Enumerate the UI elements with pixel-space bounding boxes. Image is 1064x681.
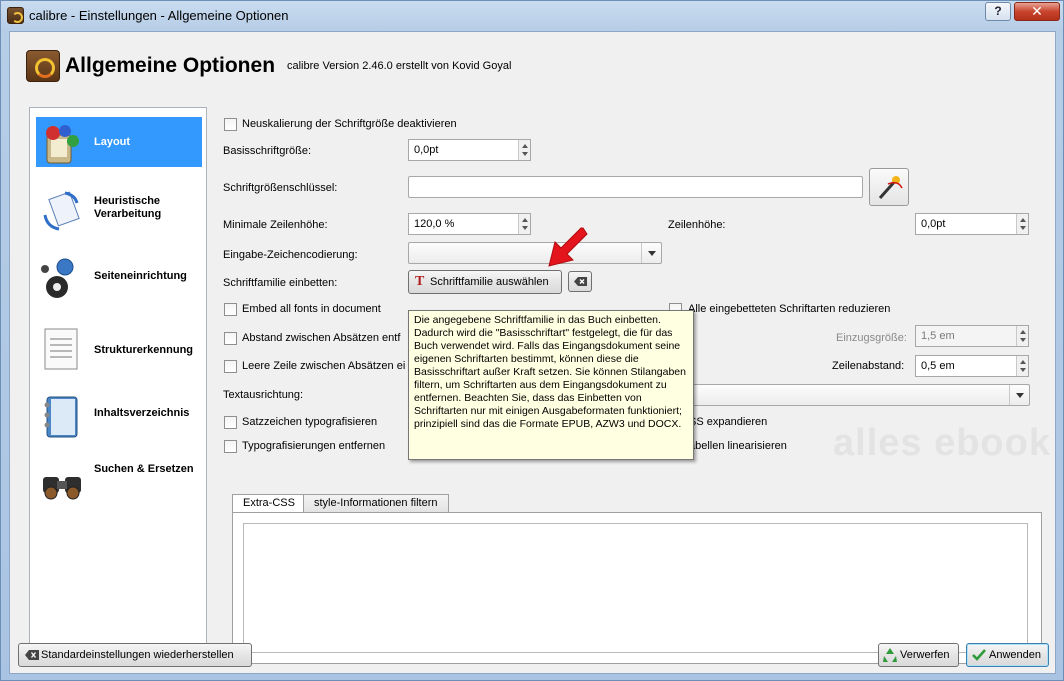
chevron-down-icon[interactable] — [1009, 385, 1029, 405]
restore-defaults-label: Standardeinstellungen wiederherstellen — [41, 649, 234, 661]
line-height-spinbox[interactable]: 0,0pt — [915, 213, 1029, 235]
sidebar-item-label: Strukturerkennung — [94, 344, 194, 356]
options-sidebar: Layout Heuristische Verarbeitung Seitene… — [29, 107, 207, 660]
page-setup-icon — [41, 258, 74, 298]
settings-window: calibre - Einstellungen - Allgemeine Opt… — [0, 0, 1064, 681]
version-info: calibre Version 2.46.0 erstellt von Kovi… — [287, 60, 512, 72]
structure-icon — [44, 328, 78, 370]
checkmark-icon — [972, 649, 986, 661]
line-height-label: Zeilenhöhe: — [668, 219, 726, 231]
insert-blank-line-checkbox[interactable] — [224, 360, 237, 373]
text-alignment-combobox[interactable] — [685, 384, 1030, 406]
clear-backspace-icon — [25, 650, 39, 660]
sidebar-item-label: Seiteneinrichtung — [94, 270, 187, 282]
input-encoding-combobox[interactable] — [408, 242, 662, 264]
remove-paragraph-spacing-checkbox[interactable] — [224, 332, 237, 345]
line-spacing-spinbox[interactable]: 0,5 em — [915, 355, 1029, 377]
extra-css-textarea[interactable] — [243, 523, 1028, 653]
close-button[interactable]: ✕ — [1014, 2, 1060, 21]
indent-size-label: Einzugsgröße: — [836, 332, 907, 344]
calibre-logo-icon — [26, 50, 60, 82]
spin-arrows-icon[interactable] — [518, 140, 530, 160]
expand-css-label: SS expandieren — [689, 416, 768, 428]
discard-label: Verwerfen — [900, 649, 950, 661]
tab-filter-style[interactable]: style-Informationen filtern — [303, 494, 449, 513]
restore-defaults-button[interactable]: Standardeinstellungen wiederherstellen — [18, 643, 252, 667]
font-family-tooltip: Die angegebene Schriftfamilie in das Buc… — [408, 310, 694, 460]
calibre-app-icon — [7, 7, 24, 24]
smarten-punctuation-checkbox[interactable] — [224, 416, 237, 429]
sidebar-item-heuristics[interactable]: Heuristische Verarbeitung — [36, 185, 202, 235]
spin-arrows-icon[interactable] — [1016, 326, 1028, 346]
embed-font-label: Schriftfamilie einbetten: — [223, 277, 338, 289]
smarten-punctuation-label: Satzzeichen typografisieren — [242, 416, 378, 428]
toc-icon — [44, 396, 78, 438]
apply-button[interactable]: Anwenden — [966, 643, 1049, 667]
layout-icon — [46, 125, 79, 164]
page-title: Allgemeine Optionen — [65, 54, 276, 77]
spin-arrows-icon[interactable] — [1016, 356, 1028, 376]
extra-css-pane — [232, 512, 1042, 664]
tab-extra-css[interactable]: Extra-CSS — [232, 494, 306, 514]
unsmarten-punctuation-label: Typografisierungen entfernen — [242, 440, 386, 452]
dialog-content: Allgemeine Optionen calibre Version 2.46… — [9, 31, 1056, 674]
sidebar-item-label: Inhaltsverzeichnis — [94, 407, 190, 419]
insert-blank-line-label: Leere Zeile zwischen Absätzen ei — [242, 360, 406, 372]
line-spacing-label: Zeilenabstand: — [832, 360, 905, 372]
sidebar-item-search-replace[interactable]: Suchen & Ersetzen — [36, 457, 202, 507]
min-line-height-value: 120,0 % — [414, 218, 455, 230]
choose-font-family-button[interactable]: T Schriftfamilie auswählen — [408, 270, 562, 294]
sidebar-item-structure[interactable]: Strukturerkennung — [36, 321, 202, 371]
base-font-size-value: 0,0pt — [414, 144, 439, 156]
magic-wand-icon — [878, 176, 903, 199]
alles-ebook-watermark: alles ebook — [833, 422, 1051, 464]
base-font-size-label: Basisschriftgröße: — [223, 145, 312, 157]
font-key-wizard-button[interactable] — [869, 168, 909, 206]
sidebar-item-label: Layout — [94, 136, 131, 148]
remove-paragraph-spacing-label: Abstand zwischen Absätzen entf — [242, 332, 401, 344]
search-replace-icon — [43, 477, 81, 500]
spin-arrows-icon[interactable] — [518, 214, 530, 234]
disable-rescale-checkbox[interactable] — [224, 118, 237, 131]
base-font-size-spinbox[interactable]: 0,0pt — [408, 139, 531, 161]
help-button[interactable]: ? — [985, 2, 1011, 21]
chevron-down-icon[interactable] — [641, 243, 661, 263]
font-key-label: Schriftgrößenschlüssel: — [223, 182, 338, 194]
clear-backspace-icon — [574, 277, 587, 286]
min-line-height-spinbox[interactable]: 120,0 % — [408, 213, 531, 235]
linearize-tables-label: abellen linearisieren — [689, 440, 787, 452]
input-encoding-label: Eingabe-Zeichencodierung: — [223, 249, 358, 261]
choose-font-family-label: Schriftfamilie auswählen — [430, 276, 549, 288]
line-spacing-value: 0,5 em — [921, 360, 955, 372]
spin-arrows-icon[interactable] — [1016, 214, 1028, 234]
unsmarten-punctuation-checkbox[interactable] — [224, 440, 237, 453]
indent-size-value: 1,5 em — [921, 330, 955, 342]
embed-all-fonts-label: Embed all fonts in document — [242, 303, 381, 315]
font-t-icon: T — [415, 274, 425, 289]
sidebar-item-label: Suchen & Ersetzen — [94, 463, 194, 475]
heuristics-icon — [43, 191, 80, 231]
disable-rescale-label: Neuskalierung der Schriftgröße deaktivie… — [242, 118, 457, 130]
indent-size-spinbox[interactable]: 1,5 em — [915, 325, 1029, 347]
sidebar-item-toc[interactable]: Inhaltsverzeichnis — [36, 389, 202, 439]
line-height-value: 0,0pt — [921, 218, 946, 230]
text-alignment-label: Textausrichtung: — [223, 389, 304, 401]
window-title: calibre - Einstellungen - Allgemeine Opt… — [29, 8, 289, 23]
sidebar-item-page-setup[interactable]: Seiteneinrichtung — [36, 253, 202, 303]
title-bar: calibre - Einstellungen - Allgemeine Opt… — [1, 1, 1063, 31]
font-key-input[interactable] — [408, 176, 863, 198]
subset-fonts-label: Alle eingebetteten Schriftarten reduzier… — [688, 303, 891, 315]
apply-label: Anwenden — [989, 649, 1041, 661]
discard-button[interactable]: Verwerfen — [878, 643, 959, 667]
min-line-height-label: Minimale Zeilenhöhe: — [223, 219, 328, 231]
red-arrow-annotation — [548, 227, 588, 267]
clear-font-button[interactable] — [568, 271, 592, 292]
sidebar-item-label: Heuristische Verarbeitung — [94, 195, 162, 220]
embed-all-fonts-checkbox[interactable] — [224, 303, 237, 316]
sidebar-item-layout[interactable]: Layout — [36, 117, 202, 167]
recycle-icon — [883, 648, 897, 662]
